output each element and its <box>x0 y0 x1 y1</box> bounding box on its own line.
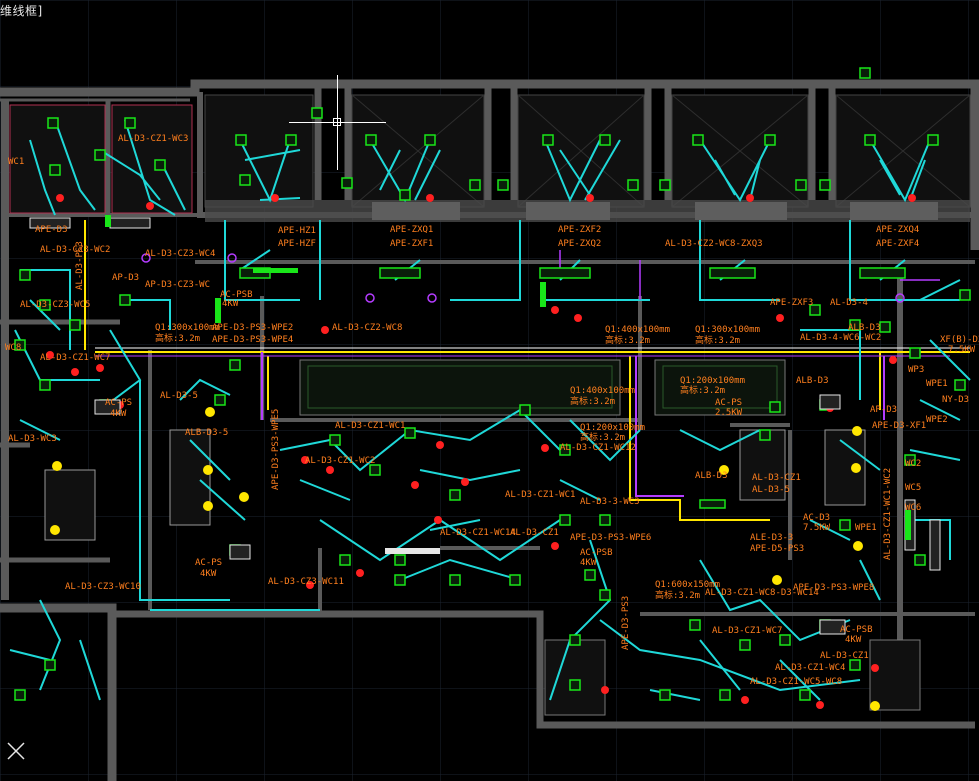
svg-text:AC-PSB: AC-PSB <box>580 548 613 558</box>
svg-text:4KW: 4KW <box>222 299 239 309</box>
svg-text:AL-D3-CZ1-WC12: AL-D3-CZ1-WC12 <box>560 443 636 453</box>
svg-text:AL-D3-CZ1-WC2: AL-D3-CZ1-WC2 <box>305 456 375 466</box>
svg-text:AL-D3-CZ3-WC4: AL-D3-CZ3-WC4 <box>145 249 215 259</box>
svg-text:AL-D3-3-WC3: AL-D3-3-WC3 <box>580 497 640 507</box>
svg-text:AL-D3-CZ1-WC3: AL-D3-CZ1-WC3 <box>118 134 188 144</box>
svg-text:7.5KW: 7.5KW <box>948 345 976 355</box>
svg-text:WC5: WC5 <box>905 483 921 493</box>
corridor-beams <box>205 200 970 222</box>
svg-text:AC-D3: AC-D3 <box>803 513 830 523</box>
svg-text:AL-D3-CZ1-WC5-WC8: AL-D3-CZ1-WC5-WC8 <box>750 677 842 687</box>
svg-text:WPE1: WPE1 <box>926 379 948 389</box>
svg-text:APE-ZXQ2: APE-ZXQ2 <box>558 239 601 249</box>
svg-text:WPE2: WPE2 <box>926 415 948 425</box>
svg-text:AL-D3-CZ1-WC7: AL-D3-CZ1-WC7 <box>40 353 110 363</box>
svg-text:NY-D3: NY-D3 <box>942 395 969 405</box>
svg-text:AL-D3-CZ3-WC11: AL-D3-CZ3-WC11 <box>268 577 344 587</box>
svg-text:7.5KW: 7.5KW <box>803 523 831 533</box>
svg-text:WC2: WC2 <box>905 459 921 469</box>
svg-text:4KW: 4KW <box>110 409 127 419</box>
svg-text:Q1:200x100mm: Q1:200x100mm <box>680 376 745 386</box>
svg-text:AP-D3-CZ3-WC: AP-D3-CZ3-WC <box>145 280 210 290</box>
svg-text:高标:3.2m: 高标:3.2m <box>155 332 200 344</box>
svg-text:AL-D3-4-WC6-WC2: AL-D3-4-WC6-WC2 <box>800 333 881 343</box>
svg-text:Q1:400x100mm: Q1:400x100mm <box>605 325 670 335</box>
svg-text:WC6: WC6 <box>905 503 921 513</box>
svg-text:4KW: 4KW <box>845 635 862 645</box>
svg-text:AP-D3: AP-D3 <box>870 405 897 415</box>
svg-text:APE-D3-PS3: APE-D3-PS3 <box>621 596 631 650</box>
svg-text:ALB-D3: ALB-D3 <box>695 471 728 481</box>
svg-text:APE-D3-PS3-WPE2: APE-D3-PS3-WPE2 <box>212 323 293 333</box>
svg-text:高标:3.2m: 高标:3.2m <box>605 334 650 346</box>
svg-text:高标:3.2m: 高标:3.2m <box>580 431 625 443</box>
svg-text:APE-D3: APE-D3 <box>35 225 68 235</box>
svg-text:APE-ZXF4: APE-ZXF4 <box>876 239 919 249</box>
svg-text:AL-D3-CZ1-WC1: AL-D3-CZ1-WC1 <box>335 421 405 431</box>
svg-text:APE-D3-PS3-WPE4: APE-D3-PS3-WPE4 <box>212 335 293 345</box>
floor-plan-drawing[interactable]: AL-D3-CZ1-WC3 WC1 APE-D3 AL-D3-CZ3-WC2 A… <box>0 0 979 781</box>
svg-text:AL-D3-CZ3-WC5: AL-D3-CZ3-WC5 <box>20 300 90 310</box>
svg-text:APE-D3-PS3-WPE8: APE-D3-PS3-WPE8 <box>793 583 874 593</box>
svg-text:Q1:200x100mm: Q1:200x100mm <box>580 423 645 433</box>
svg-text:AL-D3-WC3: AL-D3-WC3 <box>8 434 57 444</box>
svg-text:AL-D3-CZ1: AL-D3-CZ1 <box>820 651 869 661</box>
svg-text:ALB-D3-5: ALB-D3-5 <box>185 428 228 438</box>
svg-text:APE-ZXF3: APE-ZXF3 <box>770 298 813 308</box>
svg-text:Q1:300x100mm: Q1:300x100mm <box>695 325 760 335</box>
svg-text:高标:3.2m: 高标:3.2m <box>570 395 615 407</box>
svg-text:XF(B)-D3: XF(B)-D3 <box>940 335 979 345</box>
drawing-viewport[interactable]: AL-D3-CZ1-WC3 WC1 APE-D3 AL-D3-CZ3-WC2 A… <box>0 0 979 781</box>
svg-text:AL-D3-CZ1-WC7: AL-D3-CZ1-WC7 <box>712 626 782 636</box>
svg-text:AL-D3-4: AL-D3-4 <box>830 298 868 308</box>
svg-text:AL-D3-CZ1-WC1-WC2: AL-D3-CZ1-WC1-WC2 <box>883 468 893 560</box>
svg-text:ALB-D3: ALB-D3 <box>848 323 881 333</box>
svg-text:2.5KW: 2.5KW <box>715 408 743 418</box>
svg-text:高标:3.2m: 高标:3.2m <box>655 589 700 601</box>
svg-text:AL-D3-CZ2-WC8: AL-D3-CZ2-WC8 <box>332 323 402 333</box>
svg-text:WC1: WC1 <box>8 157 24 167</box>
svg-text:WP3: WP3 <box>908 365 924 375</box>
pickbox <box>333 118 341 126</box>
svg-text:4KW: 4KW <box>580 558 597 568</box>
svg-text:APE-ZXF2: APE-ZXF2 <box>558 225 601 235</box>
svg-text:AP-D3: AP-D3 <box>112 273 139 283</box>
svg-text:APE-HZF: APE-HZF <box>278 239 316 249</box>
svg-text:Q1:300x100mm: Q1:300x100mm <box>155 323 220 333</box>
svg-text:AL-D3-CZ2-WC8-ZXQ3: AL-D3-CZ2-WC8-ZXQ3 <box>665 239 763 249</box>
svg-text:APE-ZXF1: APE-ZXF1 <box>390 239 433 249</box>
svg-text:4KW: 4KW <box>200 569 217 579</box>
svg-text:高标:3.2m: 高标:3.2m <box>695 334 740 346</box>
svg-text:APE-D5-PS3: APE-D5-PS3 <box>750 544 804 554</box>
svg-text:Q1:400x100mm: Q1:400x100mm <box>570 386 635 396</box>
svg-text:APE-ZXQ4: APE-ZXQ4 <box>876 225 919 235</box>
svg-text:WPE1: WPE1 <box>855 523 877 533</box>
svg-text:AL-D3-CZ1-WC4: AL-D3-CZ1-WC4 <box>775 663 845 673</box>
svg-text:ALE-D3-3: ALE-D3-3 <box>750 533 793 543</box>
ucs-icon <box>7 742 25 760</box>
viewport-label[interactable]: 维线框] <box>0 2 43 19</box>
svg-text:AL-D3-CZ1: AL-D3-CZ1 <box>752 473 801 483</box>
svg-text:WC8: WC8 <box>5 343 21 353</box>
svg-text:ALB-D3: ALB-D3 <box>796 376 829 386</box>
svg-text:AC-PS: AC-PS <box>195 558 222 568</box>
svg-text:高标:3.2m: 高标:3.2m <box>680 384 725 396</box>
svg-text:AC-PSB: AC-PSB <box>840 625 873 635</box>
svg-text:AL-D3-5: AL-D3-5 <box>752 485 790 495</box>
svg-text:AL-D3-CZ1-WC14: AL-D3-CZ1-WC14 <box>440 528 516 538</box>
svg-text:AL-D3-PS3: AL-D3-PS3 <box>75 241 85 290</box>
svg-text:AL-D3-CZ1-WC1: AL-D3-CZ1-WC1 <box>505 490 575 500</box>
svg-text:APE-D3-XF1: APE-D3-XF1 <box>872 421 926 431</box>
svg-text:AL-D3-CZ3-WC10: AL-D3-CZ3-WC10 <box>65 582 141 592</box>
svg-text:AL-D3-5: AL-D3-5 <box>160 391 198 401</box>
svg-text:APE-D3-PS3-WPE5: APE-D3-PS3-WPE5 <box>271 409 281 490</box>
svg-text:APE-D3-PS3-WPE6: APE-D3-PS3-WPE6 <box>570 533 651 543</box>
svg-text:AL-D3-CZ1: AL-D3-CZ1 <box>510 528 559 538</box>
svg-text:APE-HZ1: APE-HZ1 <box>278 226 316 236</box>
svg-text:APE-ZXQ1: APE-ZXQ1 <box>390 225 433 235</box>
svg-text:AC-PS: AC-PS <box>105 398 132 408</box>
svg-text:AC-PS: AC-PS <box>715 398 742 408</box>
